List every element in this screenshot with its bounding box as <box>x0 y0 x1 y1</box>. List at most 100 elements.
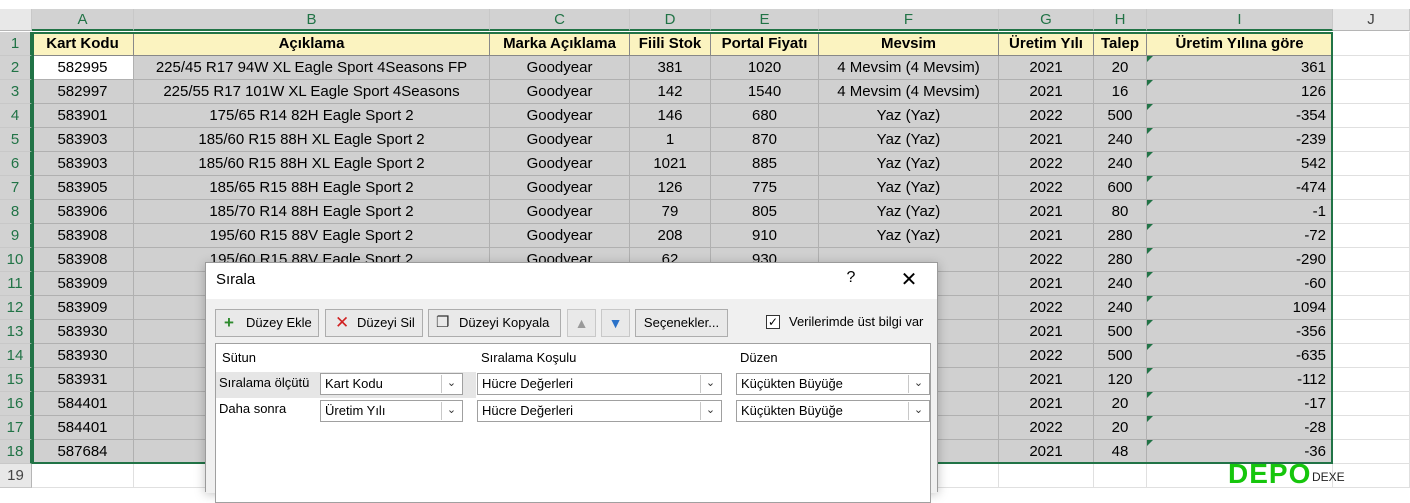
cell-talep[interactable]: 240 <box>1094 152 1147 176</box>
cell-talep[interactable]: 16 <box>1094 80 1147 104</box>
empty-cell[interactable] <box>1094 464 1147 488</box>
cell-mevsim[interactable]: 4 Mevsim (4 Mevsim) <box>819 80 999 104</box>
cell-aciklama[interactable]: 185/70 R14 88H Eagle Sport 2 <box>134 200 490 224</box>
cell-uretim-yili[interactable]: 2021 <box>999 440 1094 464</box>
header-cell-mevsim[interactable]: Mevsim <box>819 32 999 56</box>
cell-marka[interactable]: Goodyear <box>490 224 630 248</box>
column-header-i[interactable]: I <box>1147 9 1333 31</box>
cell-portal-fiyati[interactable]: 805 <box>711 200 819 224</box>
cell-marka[interactable]: Goodyear <box>490 104 630 128</box>
row-header-2[interactable]: 2 <box>0 56 32 80</box>
empty-cell[interactable] <box>1333 200 1410 224</box>
cell-kart-kodu[interactable]: 583903 <box>32 128 134 152</box>
copy-level-button[interactable]: ❐ Düzeyi Kopyala <box>428 309 561 337</box>
column-header-a[interactable]: A <box>32 9 134 31</box>
header-cell-portal-fiyati[interactable]: Portal Fiyatı <box>711 32 819 56</box>
empty-cell[interactable] <box>1333 416 1410 440</box>
cell-fiili-stok[interactable]: 79 <box>630 200 711 224</box>
row-header-8[interactable]: 8 <box>0 200 32 224</box>
cell-marka[interactable]: Goodyear <box>490 176 630 200</box>
row-header-7[interactable]: 7 <box>0 176 32 200</box>
cell-kart-kodu[interactable]: 583908 <box>32 224 134 248</box>
cell-uretim-yilina-gore[interactable]: 361 <box>1147 56 1333 80</box>
cell-talep[interactable]: 280 <box>1094 248 1147 272</box>
column-header-b[interactable]: B <box>134 9 490 31</box>
cell-portal-fiyati[interactable]: 870 <box>711 128 819 152</box>
header-cell-aciklama[interactable]: Açıklama <box>134 32 490 56</box>
cell-marka[interactable]: Goodyear <box>490 128 630 152</box>
cell-uretim-yili[interactable]: 2022 <box>999 296 1094 320</box>
cell-talep[interactable]: 500 <box>1094 344 1147 368</box>
row-header-11[interactable]: 11 <box>0 272 32 296</box>
empty-cell[interactable] <box>1333 368 1410 392</box>
row-header-3[interactable]: 3 <box>0 80 32 104</box>
cell-mevsim[interactable]: Yaz (Yaz) <box>819 200 999 224</box>
select-all-corner[interactable] <box>0 9 32 31</box>
cell-fiili-stok[interactable]: 208 <box>630 224 711 248</box>
cell-talep[interactable]: 80 <box>1094 200 1147 224</box>
cell-kart-kodu[interactable]: 583930 <box>32 344 134 368</box>
move-up-button[interactable]: ▲ <box>567 309 596 337</box>
cell-uretim-yili[interactable]: 2022 <box>999 248 1094 272</box>
cell-aciklama[interactable]: 225/45 R17 94W XL Eagle Sport 4Seasons F… <box>134 56 490 80</box>
cell-uretim-yilina-gore[interactable]: 542 <box>1147 152 1333 176</box>
cell-aciklama[interactable]: 185/60 R15 88H XL Eagle Sport 2 <box>134 152 490 176</box>
cell-kart-kodu[interactable]: 583930 <box>32 320 134 344</box>
empty-cell[interactable] <box>1333 392 1410 416</box>
cell-talep[interactable]: 240 <box>1094 272 1147 296</box>
column-header-h[interactable]: H <box>1094 9 1147 31</box>
cell-mevsim[interactable]: Yaz (Yaz) <box>819 104 999 128</box>
cell-portal-fiyati[interactable]: 1020 <box>711 56 819 80</box>
cell-uretim-yili[interactable]: 2021 <box>999 272 1094 296</box>
cell-uretim-yilina-gore[interactable]: 1094 <box>1147 296 1333 320</box>
cell-fiili-stok[interactable]: 126 <box>630 176 711 200</box>
cell-talep[interactable]: 20 <box>1094 56 1147 80</box>
column-header-f[interactable]: F <box>819 9 999 31</box>
cell-uretim-yili[interactable]: 2022 <box>999 176 1094 200</box>
cell-uretim-yili[interactable]: 2022 <box>999 152 1094 176</box>
cell-kart-kodu[interactable]: 583903 <box>32 152 134 176</box>
row-header-6[interactable]: 6 <box>0 152 32 176</box>
level-1-order-select[interactable]: Küçükten Büyüğe ⌄ <box>736 373 930 395</box>
cell-uretim-yili[interactable]: 2021 <box>999 200 1094 224</box>
cell-marka[interactable]: Goodyear <box>490 56 630 80</box>
header-cell-marka[interactable]: Marka Açıklama <box>490 32 630 56</box>
cell-fiili-stok[interactable]: 1021 <box>630 152 711 176</box>
cell-talep[interactable]: 600 <box>1094 176 1147 200</box>
row-header-17[interactable]: 17 <box>0 416 32 440</box>
cell-kart-kodu[interactable]: 583901 <box>32 104 134 128</box>
cell-uretim-yili[interactable]: 2022 <box>999 104 1094 128</box>
cell-kart-kodu[interactable]: 583906 <box>32 200 134 224</box>
cell-kart-kodu[interactable]: 582997 <box>32 80 134 104</box>
cell-uretim-yilina-gore[interactable]: -290 <box>1147 248 1333 272</box>
cell-fiili-stok[interactable]: 1 <box>630 128 711 152</box>
row-header-13[interactable]: 13 <box>0 320 32 344</box>
cell-mevsim[interactable]: Yaz (Yaz) <box>819 224 999 248</box>
help-button[interactable]: ? <box>843 269 859 287</box>
cell-mevsim[interactable]: 4 Mevsim (4 Mevsim) <box>819 56 999 80</box>
cell-talep[interactable]: 500 <box>1094 104 1147 128</box>
column-header-j[interactable]: J <box>1333 9 1410 31</box>
cell-uretim-yilina-gore[interactable]: -17 <box>1147 392 1333 416</box>
cell-portal-fiyati[interactable]: 1540 <box>711 80 819 104</box>
cell-talep[interactable]: 20 <box>1094 416 1147 440</box>
cell-uretim-yilina-gore[interactable]: 126 <box>1147 80 1333 104</box>
cell-kart-kodu[interactable]: 583905 <box>32 176 134 200</box>
cell-fiili-stok[interactable]: 381 <box>630 56 711 80</box>
row-header-16[interactable]: 16 <box>0 392 32 416</box>
cell-aciklama[interactable]: 175/65 R14 82H Eagle Sport 2 <box>134 104 490 128</box>
cell-uretim-yilina-gore[interactable]: -28 <box>1147 416 1333 440</box>
header-cell-uretim-yili[interactable]: Üretim Yılı <box>999 32 1094 56</box>
row-header-15[interactable]: 15 <box>0 368 32 392</box>
add-level-button[interactable]: + Düzey Ekle <box>215 309 319 337</box>
empty-cell[interactable] <box>999 464 1094 488</box>
cell-uretim-yili[interactable]: 2021 <box>999 320 1094 344</box>
has-headers-checkbox[interactable]: ✓ <box>766 315 780 329</box>
level-2-column-select[interactable]: Üretim Yılı ⌄ <box>320 400 463 422</box>
header-cell-fiili-stok[interactable]: Fiili Stok <box>630 32 711 56</box>
cell-portal-fiyati[interactable]: 775 <box>711 176 819 200</box>
cell-talep[interactable]: 20 <box>1094 392 1147 416</box>
cell-uretim-yili[interactable]: 2021 <box>999 128 1094 152</box>
cell-uretim-yilina-gore[interactable]: -474 <box>1147 176 1333 200</box>
cell-mevsim[interactable]: Yaz (Yaz) <box>819 152 999 176</box>
